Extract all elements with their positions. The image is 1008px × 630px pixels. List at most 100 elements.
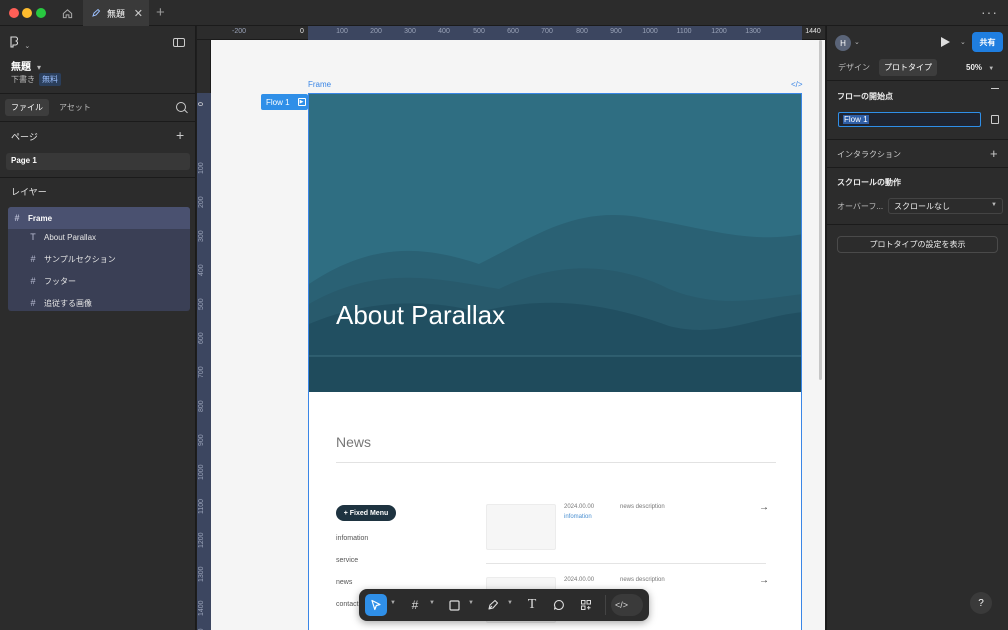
flow-name-input[interactable]: Flow 1	[838, 112, 981, 127]
layer-row[interactable]: T About Parallax	[8, 226, 190, 248]
ruler-label: 1200	[198, 532, 205, 548]
text-tool-button[interactable]: T	[521, 594, 543, 616]
play-icon[interactable]: ▶	[297, 98, 306, 106]
chevron-down-icon[interactable]: ▼	[429, 600, 435, 606]
file-tab[interactable]: 無題 ✕	[83, 0, 149, 26]
dev-mode-toggle[interactable]: </>	[611, 594, 643, 616]
ruler-label: 1400	[198, 600, 205, 616]
chevron-down-icon[interactable]: ⌄	[854, 38, 860, 46]
share-button[interactable]: 共有	[972, 32, 1003, 52]
canvas[interactable]: -200 0 100 200 300 400 500 600 700 800 9…	[197, 26, 825, 630]
draw-file-icon	[92, 8, 101, 17]
tab-design[interactable]: デザイン	[833, 59, 875, 76]
search-icon[interactable]	[176, 102, 186, 112]
home-tab[interactable]	[52, 0, 82, 26]
ruler-label: 1300	[198, 566, 205, 582]
bottom-toolbar: ▼ # ▼ ▼ ▼ T </>	[359, 589, 649, 621]
avatar[interactable]: H	[835, 35, 851, 51]
close-window-button[interactable]	[9, 8, 19, 18]
ruler-label: 300	[404, 28, 416, 35]
file-name[interactable]: 無題 ▾	[11, 58, 41, 73]
canvas-scrollbar[interactable]	[819, 40, 822, 380]
comment-tool-button[interactable]	[548, 594, 570, 616]
file-name-label: 無題	[11, 62, 31, 73]
layers-list: # Frame T About Parallax # サンプルセクション # フ…	[8, 207, 190, 311]
rectangle-icon	[448, 599, 460, 611]
chevron-down-icon[interactable]: ⌄	[960, 38, 966, 46]
plan-badge[interactable]: 無料	[39, 73, 61, 86]
right-panel: H ⌄ ⌄ 共有 デザイン プロトタイプ 50% ▼ フローの開始点 Flow …	[826, 26, 1008, 630]
ruler-label: 600	[198, 332, 205, 344]
shape-tool-button[interactable]	[443, 594, 465, 616]
minus-icon[interactable]	[991, 88, 999, 90]
chevron-down-icon[interactable]: ▼	[468, 600, 474, 606]
news-category: infomation	[564, 514, 592, 520]
menu-link[interactable]: service	[336, 557, 358, 564]
overflow-select[interactable]: スクロールなし ▼	[888, 198, 1003, 214]
overflow-label: オーバーフ...	[837, 202, 884, 211]
flow-name-value: Flow 1	[843, 115, 869, 124]
add-interaction-icon[interactable]: +	[990, 146, 998, 161]
mountain-illustration	[309, 94, 801, 392]
fixed-menu-button[interactable]: + Fixed Menu	[336, 505, 396, 521]
menu-link[interactable]: infomation	[336, 535, 368, 542]
more-options-button[interactable]: ···	[981, 4, 998, 20]
divider	[827, 167, 1008, 168]
frame-tool-button[interactable]: #	[404, 594, 426, 616]
new-tab-button[interactable]: +	[156, 4, 165, 21]
layer-row[interactable]: # フッター	[8, 270, 190, 292]
draft-row: 下書き 無料	[11, 73, 61, 86]
ruler-label: 700	[541, 28, 553, 35]
flow-start-heading: フローの開始点	[837, 92, 893, 101]
flow-start-tag[interactable]: Flow 1 ▶	[261, 94, 308, 110]
help-button[interactable]: ?	[970, 592, 992, 614]
add-page-icon[interactable]: +	[176, 127, 184, 143]
description-icon[interactable]	[991, 115, 999, 124]
frame[interactable]: About Parallax News + Fixed Menu infomat…	[308, 93, 802, 630]
zoom-window-button[interactable]	[36, 8, 46, 18]
ruler-label: 900	[198, 434, 205, 446]
chevron-down-icon: ▼	[988, 66, 995, 72]
actions-button[interactable]	[575, 594, 597, 616]
actions-icon	[581, 600, 591, 610]
ruler-label: 900	[610, 28, 622, 35]
divider	[0, 121, 196, 122]
ruler-label: 700	[198, 366, 205, 378]
news-description: news description	[620, 504, 665, 510]
layer-label: サンプルセクション	[44, 254, 116, 264]
show-prototype-settings-button[interactable]: プロトタイプの設定を表示	[837, 236, 998, 253]
layer-row[interactable]: # 追従する画像	[8, 292, 190, 314]
comment-icon	[553, 599, 564, 611]
ruler-label: 1440	[805, 28, 821, 35]
tab-assets[interactable]: アセット	[53, 99, 97, 116]
layer-label: フッター	[44, 276, 76, 286]
menu-link[interactable]: news	[336, 579, 352, 586]
divider	[0, 177, 196, 178]
ruler-label: 1000	[642, 28, 658, 35]
pen-tool-button[interactable]	[482, 594, 504, 616]
code-icon: </>	[615, 600, 629, 610]
chevron-down-icon[interactable]: ▼	[507, 600, 513, 606]
zoom-level[interactable]: 50% ▼	[966, 63, 994, 72]
ruler-label: 100	[336, 28, 348, 35]
close-tab-icon[interactable]: ✕	[134, 7, 143, 20]
pages-heading: ページ	[11, 132, 38, 142]
minimize-window-button[interactable]	[22, 8, 32, 18]
tab-file[interactable]: ファイル	[5, 99, 49, 116]
chevron-down-icon[interactable]: ▼	[390, 600, 396, 606]
arrow-right-icon[interactable]: →	[759, 575, 769, 586]
main-menu-button[interactable]: ⌄	[10, 36, 30, 51]
tab-prototype[interactable]: プロトタイプ	[879, 59, 937, 76]
frame-label[interactable]: Frame	[308, 80, 331, 89]
chevron-down-icon: ▾	[37, 63, 42, 72]
page-item[interactable]: Page 1	[6, 153, 190, 170]
hero-title: About Parallax	[336, 300, 506, 330]
sidebar-toggle-icon[interactable]	[173, 38, 185, 47]
code-icon[interactable]: </>	[791, 80, 803, 89]
arrow-right-icon[interactable]: →	[759, 502, 769, 513]
present-play-icon[interactable]	[941, 37, 950, 47]
menu-link[interactable]: contact	[336, 601, 359, 608]
ruler-top: -200 0 100 200 300 400 500 600 700 800 9…	[197, 26, 825, 40]
move-tool-button[interactable]	[365, 594, 387, 616]
layer-row[interactable]: # サンプルセクション	[8, 248, 190, 270]
